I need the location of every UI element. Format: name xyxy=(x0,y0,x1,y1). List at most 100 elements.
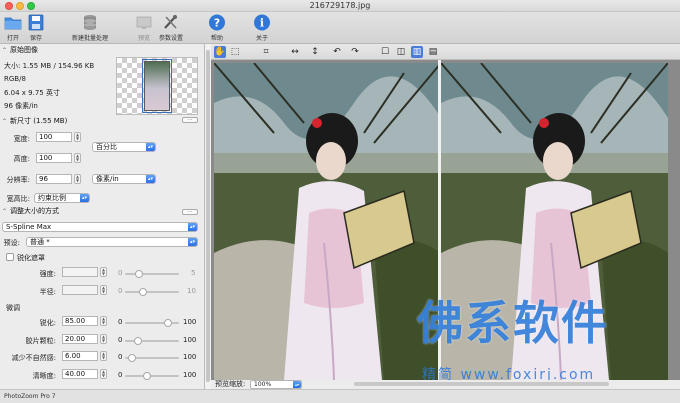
clarity-input[interactable]: 40.00 xyxy=(62,369,98,379)
strength-slider[interactable] xyxy=(125,270,179,278)
radius-min: 0 xyxy=(118,287,123,295)
height-stepper[interactable]: ▲ ▼ xyxy=(74,153,81,163)
resolution-stepper[interactable]: ▲ ▼ xyxy=(74,174,81,184)
preset-select[interactable]: 普通 * ▴▾ xyxy=(26,237,198,247)
strength-stepper[interactable]: ▲ ▼ xyxy=(100,267,107,277)
chevron-updown-icon: ▴▾ xyxy=(188,223,197,231)
disclosure-open-icon: ⌃ xyxy=(2,118,8,125)
size-unit-select[interactable]: 百分比 ▴▾ xyxy=(92,142,156,152)
original-preview-image[interactable] xyxy=(214,63,441,380)
algorithm-value: S-Spline Max xyxy=(6,223,52,231)
aspect-ratio-select[interactable]: 约束比例 ▴▾ xyxy=(34,193,90,203)
unsharp-mask-checkbox[interactable] xyxy=(6,253,14,261)
settings-panel-scroll-thumb[interactable] xyxy=(206,50,210,382)
width-stepper[interactable]: ▲ ▼ xyxy=(74,132,81,142)
width-input[interactable]: 100 xyxy=(36,132,72,142)
parameters-button[interactable]: 参数设置 xyxy=(155,14,187,42)
hand-tool-icon[interactable]: ✋ xyxy=(214,46,226,58)
strength-label: 强度: xyxy=(39,270,56,278)
fit-width-icon[interactable]: ↔ xyxy=(289,46,301,58)
preview-zoom-label: 预览缩放: xyxy=(215,380,246,388)
film-grain-slider[interactable] xyxy=(125,337,179,345)
preview-button[interactable]: 预览 xyxy=(134,14,154,42)
radius-slider-knob[interactable] xyxy=(139,288,147,296)
clarity-stepper[interactable]: ▲ ▼ xyxy=(100,369,107,379)
original-size: 大小: 1.55 MB / 154.96 KB xyxy=(4,62,95,70)
stacked-view-icon[interactable]: ▤ xyxy=(427,46,439,58)
artifact-reduction-max: 100 xyxy=(183,353,197,361)
thumbnail-view-frame[interactable] xyxy=(142,59,172,113)
film-grain-slider-knob[interactable] xyxy=(134,337,143,345)
fit-height-icon[interactable]: ↕ xyxy=(309,46,321,58)
sharpness-slider[interactable] xyxy=(125,319,179,327)
sharpness-input[interactable]: 85.00 xyxy=(62,316,98,326)
radius-input[interactable] xyxy=(62,285,98,295)
svg-text:i: i xyxy=(260,17,264,30)
fine-tuning-label: 微调 xyxy=(6,304,20,312)
resolution-unit-select[interactable]: 像素/in ▴▾ xyxy=(92,174,156,184)
sharpness-stepper[interactable]: ▲ ▼ xyxy=(100,316,107,326)
parameters-label: 参数设置 xyxy=(158,35,183,42)
sharpness-max: 100 xyxy=(183,318,197,326)
disclosure-open-icon: ⌃ xyxy=(2,47,8,54)
single-view-icon[interactable]: ☐ xyxy=(379,46,391,58)
marquee-select-icon[interactable]: ⬚ xyxy=(229,46,241,58)
clarity-label: 清晰度: xyxy=(32,372,56,380)
strength-slider-knob[interactable] xyxy=(135,270,143,278)
split-view-icon[interactable]: ◫ xyxy=(395,46,407,58)
preview-zoom-value: 100% xyxy=(254,381,272,388)
artifact-reduction-input[interactable]: 6.00 xyxy=(62,351,98,361)
resize-method-section-toggle[interactable]: ⌃ 调整大小的方式 xyxy=(0,206,200,217)
artifact-reduction-slider-knob[interactable] xyxy=(127,354,136,362)
app-name: PhotoZoom Pro 7 xyxy=(4,393,56,400)
save-button[interactable]: 保存 xyxy=(26,14,46,42)
radius-slider[interactable] xyxy=(125,288,179,296)
radius-stepper[interactable]: ▲ ▼ xyxy=(100,285,107,295)
chevron-updown-icon: ▴▾ xyxy=(293,381,301,388)
chevron-updown-icon: ▴▾ xyxy=(80,194,89,202)
original-image-section-toggle[interactable]: ⌃ 原始图像 xyxy=(0,45,200,56)
preview-zoom-select[interactable]: 100% ▴▾ xyxy=(250,380,302,389)
new-batch-button[interactable]: 新建批量处理 xyxy=(70,14,110,42)
original-resolution: 96 像素/in xyxy=(4,102,38,110)
save-disk-icon xyxy=(28,14,44,31)
height-input[interactable]: 100 xyxy=(36,153,72,163)
new-size-section-toggle[interactable]: ⌃ 新尺寸 (1.55 MB) xyxy=(0,116,200,127)
clarity-slider[interactable] xyxy=(125,372,179,380)
preview-monitor-icon xyxy=(136,16,152,29)
help-button[interactable]: ? 帮助 xyxy=(207,14,227,42)
navigator-thumbnail[interactable] xyxy=(116,57,198,115)
artifact-reduction-slider[interactable] xyxy=(125,354,179,362)
preset-value: 普通 * xyxy=(30,238,50,246)
artifact-reduction-stepper[interactable]: ▲ ▼ xyxy=(100,351,107,361)
aspect-ratio-value: 约束比例 xyxy=(38,194,66,202)
film-grain-stepper[interactable]: ▲ ▼ xyxy=(100,334,107,344)
clarity-max: 100 xyxy=(183,371,197,379)
disclosure-open-icon: ⌃ xyxy=(2,208,8,215)
method-more-button[interactable]: ... xyxy=(182,209,198,215)
chevron-updown-icon: ▴▾ xyxy=(146,143,155,151)
artifact-reduction-label: 减少不自然感: xyxy=(11,354,56,362)
info-icon: i xyxy=(254,14,270,31)
side-by-side-view-icon[interactable]: ▥ xyxy=(411,46,423,58)
rotate-right-icon[interactable]: ↷ xyxy=(349,46,361,58)
width-label: 宽度: xyxy=(13,135,30,143)
film-grain-input[interactable]: 20.00 xyxy=(62,334,98,344)
crop-tool-icon[interactable]: ⌗ xyxy=(260,46,272,58)
film-grain-label: 胶片颗粒: xyxy=(25,337,56,345)
artifact-reduction-min: 0 xyxy=(118,353,123,361)
preview-scroll-thumb[interactable] xyxy=(354,382,609,386)
resolution-input[interactable]: 96 xyxy=(36,174,72,184)
algorithm-select[interactable]: S-Spline Max ▴▾ xyxy=(2,222,198,232)
sharpness-slider-knob[interactable] xyxy=(164,319,173,327)
watermark-logo-text: 佛系软件 xyxy=(417,296,609,350)
save-label: 保存 xyxy=(29,35,42,42)
view-toolbar: ✋ ⬚ ⌗ ↔ ↕ ↶ ↷ ☐ ◫ ▥ ▤ xyxy=(211,44,680,60)
original-dimensions: 6.04 x 9.75 英寸 xyxy=(4,89,60,97)
clarity-slider-knob[interactable] xyxy=(143,372,152,380)
portrait-photo xyxy=(214,63,441,380)
strength-input[interactable] xyxy=(62,267,98,277)
open-button[interactable]: 打开 xyxy=(3,14,23,42)
about-button[interactable]: i 关于 xyxy=(252,14,272,42)
rotate-left-icon[interactable]: ↶ xyxy=(331,46,343,58)
